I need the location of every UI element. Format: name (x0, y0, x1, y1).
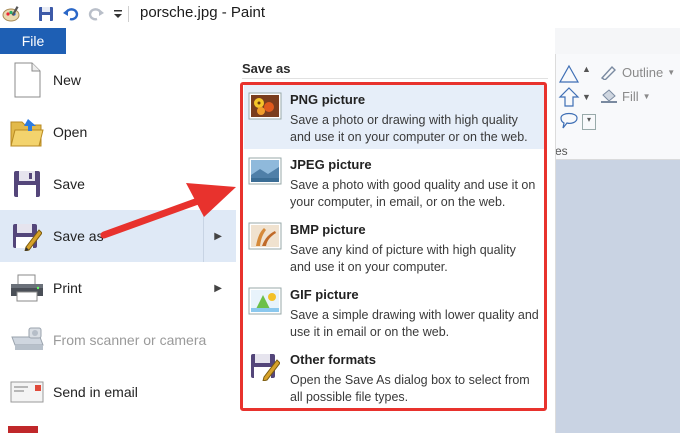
scroll-down-icon[interactable]: ▼ (582, 92, 591, 102)
floppy-disk-icon (8, 165, 46, 203)
fill-chevron-icon: ▼ (642, 91, 651, 101)
menu-item-open[interactable]: Open (0, 106, 236, 158)
outline-brush-icon (600, 65, 616, 80)
menu-item-label: Open (53, 124, 88, 140)
scanner-icon (8, 321, 46, 359)
customize-toolbar-icon[interactable] (108, 4, 128, 24)
outline-chevron-icon: ▼ (667, 67, 676, 77)
annotation-arrow-icon (100, 183, 236, 239)
fill-dropdown[interactable]: Fill ▼ (600, 88, 651, 104)
printer-icon (8, 269, 46, 307)
annotation-highlight-box (240, 82, 547, 411)
undo-icon[interactable] (61, 4, 81, 24)
outline-dropdown[interactable]: Outline ▼ (600, 64, 675, 80)
expand-gallery-icon[interactable]: ▾ (582, 114, 596, 130)
save-as-icon (8, 217, 46, 255)
ribbon-group-label-fragment: es (555, 144, 568, 158)
menu-item-label: From scanner or camera (53, 332, 207, 348)
new-document-icon (8, 61, 46, 99)
next-item-icon-partial (8, 426, 38, 433)
submenu-arrow-icon: ▶ (214, 282, 222, 294)
email-icon (8, 373, 46, 411)
menu-item-send-email[interactable]: Send in email (0, 366, 236, 418)
save-as-divider (242, 78, 548, 79)
fill-label: Fill (622, 88, 639, 104)
save-quick-icon[interactable] (36, 4, 56, 24)
fill-bucket-icon (601, 89, 617, 103)
canvas-area (555, 160, 680, 433)
save-as-header: Save as (242, 61, 291, 76)
redo-icon[interactable] (86, 4, 106, 24)
title-bar: porsche.jpg - Paint (0, 0, 680, 28)
open-folder-icon (8, 113, 46, 151)
menu-item-label: Save (53, 176, 85, 192)
menu-item-label: Print (53, 280, 82, 296)
menu-item-new[interactable]: New (0, 54, 236, 106)
ribbon-shapes-group: ▲ ▼ ▾ Outline ▼ Fill ▼ es (555, 54, 680, 160)
window-title: porsche.jpg - Paint (140, 4, 266, 21)
menu-item-label: Send in email (53, 384, 138, 400)
outline-label: Outline (622, 64, 664, 80)
menu-item-from-scanner[interactable]: From scanner or camera (0, 314, 236, 366)
file-tab[interactable]: File (0, 28, 66, 54)
menu-item-print[interactable]: Print ▶ (0, 262, 236, 314)
paint-app-icon[interactable] (2, 4, 22, 24)
scroll-up-icon[interactable]: ▲ (582, 64, 591, 74)
menu-item-label: Save as (53, 228, 104, 244)
toolbar-separator (128, 6, 129, 22)
arrow-up-shape-icon[interactable] (558, 86, 580, 113)
callout-shape-icon[interactable] (558, 110, 580, 137)
menu-item-label: New (53, 72, 82, 88)
